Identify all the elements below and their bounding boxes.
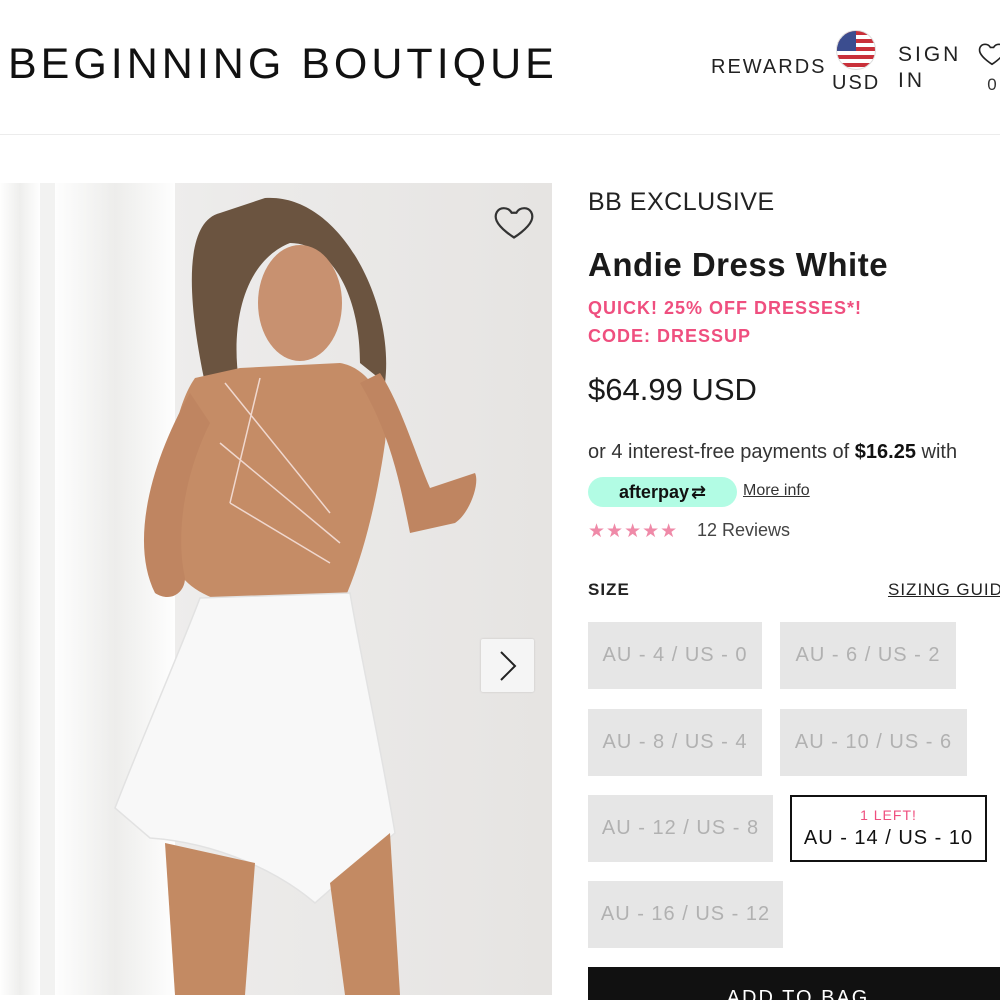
rewards-link[interactable]: REWARDS (711, 56, 826, 79)
model-illustration (114, 197, 477, 995)
size-option[interactable]: AU - 6 / US - 2 (780, 622, 956, 689)
sizing-guide-link[interactable]: SIZING GUIDE (888, 580, 1000, 600)
size-option[interactable]: AU - 16 / US - 12 (588, 881, 783, 948)
afterpay-message: or 4 interest-free payments of $16.25 wi… (588, 441, 957, 464)
heart-icon (494, 207, 534, 239)
afterpay-logo-text: afterpay (618, 481, 689, 502)
site-logo[interactable]: BEGINNING BOUTIQUE (8, 40, 558, 89)
size-option-label: AU - 14 / US - 10 (803, 827, 974, 849)
stock-note: 1 LEFT! (860, 807, 917, 823)
us-flag-icon (836, 30, 876, 70)
product-vendor: BB EXCLUSIVE (588, 188, 775, 216)
currency-selector[interactable]: USD (832, 30, 880, 95)
heart-icon (978, 43, 1000, 66)
favorite-button[interactable] (490, 199, 540, 245)
chevron-right-icon (499, 650, 516, 681)
currency-label: USD (832, 72, 881, 94)
afterpay-logo[interactable]: afterpay ⇄ (588, 477, 737, 507)
afterpay-suffix: with (915, 441, 958, 463)
promo-code: CODE: DRESSUP (588, 326, 752, 346)
more-info-link[interactable]: More info (743, 482, 810, 500)
size-option[interactable]: AU - 4 / US - 0 (588, 622, 762, 689)
reviews-link[interactable]: 12 Reviews (697, 520, 790, 541)
size-option[interactable]: AU - 10 / US - 6 (780, 709, 967, 776)
rating-stars[interactable]: ★★★★★ (588, 520, 678, 543)
afterpay-prefix: or 4 interest-free payments of (588, 441, 855, 463)
next-image-button[interactable] (481, 639, 534, 692)
product-title: Andie Dress White (588, 246, 889, 283)
promo-message: QUICK! 25% OFF DRESSES*! CODE: DRESSUP (588, 294, 862, 350)
sign-in-link[interactable]: SIGN IN (898, 42, 968, 94)
site-header: BEGINNING BOUTIQUE REWARDS USD SIGN IN 0 (0, 0, 1000, 135)
afterpay-amount: $16.25 (854, 441, 916, 463)
size-option-selected[interactable]: 1 LEFT! AU - 14 / US - 10 (790, 795, 987, 862)
wishlist-button[interactable]: 0 (972, 38, 1000, 95)
product-price: $64.99 USD (588, 372, 757, 407)
product-image[interactable] (0, 183, 552, 995)
add-to-bag-button[interactable]: ADD TO BAG (588, 967, 1000, 1000)
promo-line: QUICK! 25% OFF DRESSES*! (588, 298, 863, 318)
afterpay-arrows-icon: ⇄ (690, 481, 707, 502)
wishlist-count: 0 (987, 75, 997, 94)
size-option[interactable]: AU - 12 / US - 8 (588, 795, 773, 862)
size-option[interactable]: AU - 8 / US - 4 (588, 709, 762, 776)
size-label: SIZE (588, 580, 630, 599)
